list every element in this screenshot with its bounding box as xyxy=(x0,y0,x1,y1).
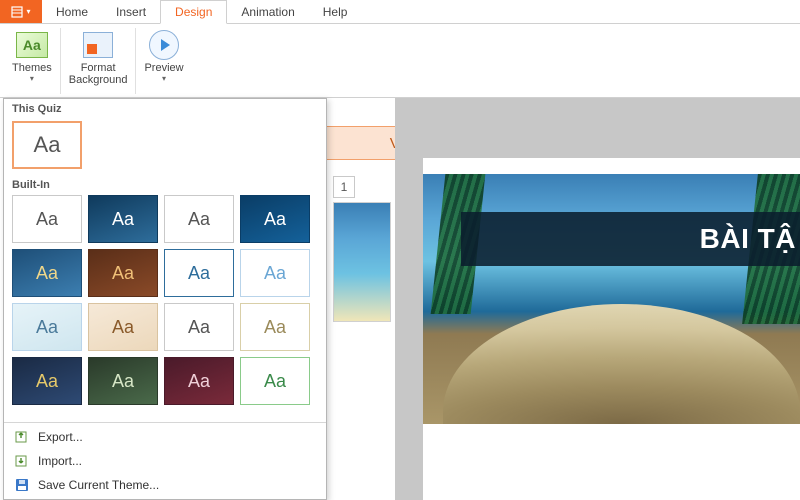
theme-thumb-2[interactable]: Aa xyxy=(164,195,234,243)
theme-thumb-6[interactable]: Aa xyxy=(164,249,234,297)
theme-thumb-5[interactable]: Aa xyxy=(88,249,158,297)
themes-grid: AaAaAaAaAaAaAaAaAaAaAaAaAaAaAaAa xyxy=(4,195,326,405)
menu-bar: ▾ HomeInsertDesignAnimationHelp xyxy=(0,0,800,24)
theme-thumb-9[interactable]: Aa xyxy=(88,303,158,351)
theme-thumb-14[interactable]: Aa xyxy=(164,357,234,405)
slide-canvas[interactable]: BÀI TẬ xyxy=(423,158,800,500)
ribbon-format-background-button[interactable]: Format Background xyxy=(61,28,137,94)
themes-icon: Aa xyxy=(16,32,48,58)
import-icon xyxy=(14,453,30,469)
app-icon xyxy=(11,6,23,18)
theme-thumb-1[interactable]: Aa xyxy=(88,195,158,243)
section-this-quiz: This Quiz xyxy=(4,99,326,119)
theme-thumb-4[interactable]: Aa xyxy=(12,249,82,297)
work-area: View 1 BÀI TẬ This Quiz Aa Built-In AaAa… xyxy=(0,98,800,500)
theme-thumb-15[interactable]: Aa xyxy=(240,357,310,405)
ribbon-themes-label: Themes xyxy=(12,62,52,74)
theme-thumb-8[interactable]: Aa xyxy=(12,303,82,351)
ribbon-themes-button[interactable]: Aa Themes ▾ xyxy=(4,28,61,94)
app-menu-button[interactable]: ▾ xyxy=(0,0,42,23)
section-built-in: Built-In xyxy=(4,175,326,195)
menu-home[interactable]: Home xyxy=(42,0,102,23)
theme-thumb-3[interactable]: Aa xyxy=(240,195,310,243)
save-icon xyxy=(14,477,30,493)
export-icon xyxy=(14,429,30,445)
menu-animation[interactable]: Animation xyxy=(227,0,308,23)
slide-canvas-area: BÀI TẬ xyxy=(395,98,800,500)
themes-dropdown-panel: This Quiz Aa Built-In AaAaAaAaAaAaAaAaAa… xyxy=(3,98,327,500)
theme-thumb-10[interactable]: Aa xyxy=(164,303,234,351)
format-background-icon xyxy=(83,32,113,58)
import-theme-label: Import... xyxy=(38,454,82,468)
chevron-down-icon: ▾ xyxy=(30,74,34,83)
theme-thumb-7[interactable]: Aa xyxy=(240,249,310,297)
export-theme-action[interactable]: Export... xyxy=(4,425,326,449)
slide-title-text: BÀI TẬ xyxy=(700,223,796,255)
slide-number-box[interactable]: 1 xyxy=(333,176,355,198)
theme-thumb-13[interactable]: Aa xyxy=(88,357,158,405)
slide-background-image: BÀI TẬ xyxy=(423,174,800,424)
theme-thumb-12[interactable]: Aa xyxy=(12,357,82,405)
ribbon-preview-label: Preview xyxy=(144,62,183,74)
play-icon xyxy=(149,30,179,60)
export-theme-label: Export... xyxy=(38,430,83,444)
import-theme-action[interactable]: Import... xyxy=(4,449,326,473)
chevron-down-icon: ▾ xyxy=(162,74,166,83)
menu-help[interactable]: Help xyxy=(309,0,362,23)
theme-thumb-0[interactable]: Aa xyxy=(12,195,82,243)
ribbon-preview-button[interactable]: Preview ▾ xyxy=(136,28,191,94)
save-theme-label: Save Current Theme... xyxy=(38,478,159,492)
menu-insert[interactable]: Insert xyxy=(102,0,160,23)
slide-thumbnail[interactable] xyxy=(333,202,391,322)
chevron-down-icon: ▾ xyxy=(26,7,30,16)
slide-title-bar[interactable]: BÀI TẬ xyxy=(461,212,800,266)
ribbon-format-background-label: Format Background xyxy=(69,62,128,86)
theme-thumb-11[interactable]: Aa xyxy=(240,303,310,351)
themes-scroll-area[interactable]: This Quiz Aa Built-In AaAaAaAaAaAaAaAaAa… xyxy=(4,99,326,422)
theme-current[interactable]: Aa xyxy=(12,121,82,169)
save-theme-action[interactable]: Save Current Theme... xyxy=(4,473,326,497)
ribbon-design: Aa Themes ▾ Format Background Preview ▾ xyxy=(0,24,800,98)
themes-dropdown-footer: Export... Import... Save Current Theme..… xyxy=(4,422,326,499)
menu-design[interactable]: Design xyxy=(160,0,227,24)
